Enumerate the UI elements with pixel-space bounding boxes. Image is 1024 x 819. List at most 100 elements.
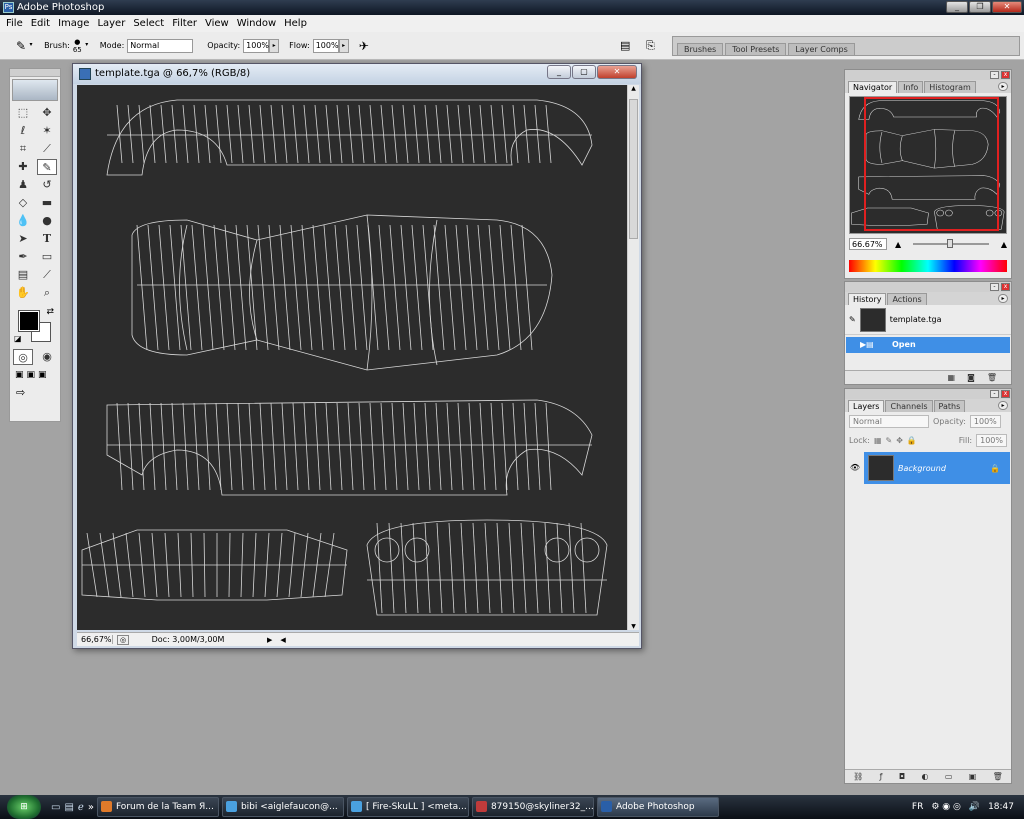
- switch-windows-icon[interactable]: ▤: [64, 802, 73, 813]
- navigator-close-icon[interactable]: x: [1001, 71, 1010, 79]
- brush-dropdown-icon[interactable]: ▾: [82, 39, 92, 53]
- clone-stamp-tool-icon[interactable]: ♟: [13, 177, 33, 193]
- task-firefox[interactable]: Forum de la Team Я...: [96, 797, 219, 817]
- default-colors-icon[interactable]: ◪: [14, 334, 22, 343]
- bridge-icon[interactable]: ⎘: [646, 39, 655, 53]
- internet-explorer-icon[interactable]: ℯ: [78, 802, 84, 813]
- zoom-out-icon[interactable]: ▲: [895, 240, 901, 249]
- navigator-zoom-slider[interactable]: [913, 239, 989, 248]
- vertical-scroll-thumb[interactable]: [629, 99, 638, 239]
- slice-tool-icon[interactable]: ⟋: [37, 141, 57, 157]
- gradient-tool-icon[interactable]: ▬: [37, 195, 57, 211]
- menu-view[interactable]: View: [201, 18, 233, 29]
- new-group-icon[interactable]: ▭: [945, 772, 953, 781]
- crop-tool-icon[interactable]: ⌗: [13, 141, 33, 157]
- move-tool-icon[interactable]: ✥: [37, 105, 57, 121]
- opacity-field[interactable]: 100%: [243, 38, 270, 53]
- volume-icon[interactable]: 🔊: [969, 802, 980, 812]
- clock[interactable]: 18:47: [988, 802, 1014, 812]
- preset-dropdown-icon[interactable]: ▾: [26, 39, 36, 53]
- flow-field[interactable]: 100%: [312, 38, 339, 53]
- doc-minimize-icon[interactable]: _: [547, 65, 571, 79]
- navigator-panel-bar[interactable]: - x: [845, 70, 1011, 80]
- layers-panel-bar[interactable]: - x: [845, 389, 1011, 399]
- marquee-tool-icon[interactable]: ⬚: [13, 105, 33, 121]
- menu-edit[interactable]: Edit: [27, 18, 54, 29]
- menu-filter[interactable]: Filter: [168, 18, 201, 29]
- task-messenger-3[interactable]: 879150@skyliner32_...: [471, 797, 594, 817]
- lock-transparent-icon[interactable]: ▦: [874, 436, 882, 445]
- brush-picker[interactable]: ● 65: [73, 38, 82, 54]
- menu-help[interactable]: Help: [280, 18, 311, 29]
- airbrush-icon[interactable]: ✈: [359, 39, 369, 53]
- history-close-icon[interactable]: x: [1001, 283, 1010, 291]
- new-layer-icon[interactable]: ▣: [969, 772, 977, 781]
- mode-select[interactable]: Normal: [127, 38, 194, 53]
- blur-tool-icon[interactable]: 💧: [13, 213, 33, 229]
- well-tab-brushes[interactable]: Brushes: [677, 43, 724, 55]
- dodge-tool-icon[interactable]: ●: [37, 213, 57, 229]
- menu-layer[interactable]: Layer: [93, 18, 129, 29]
- flow-slider-icon[interactable]: ▸: [338, 38, 349, 53]
- start-button[interactable]: ⊞: [7, 795, 41, 819]
- tab-paths[interactable]: Paths: [933, 400, 966, 412]
- tab-navigator[interactable]: Navigator: [848, 81, 898, 93]
- lock-image-icon[interactable]: ✎: [886, 436, 893, 445]
- lock-position-icon[interactable]: ✥: [896, 436, 903, 445]
- photoshop-feather-logo[interactable]: [12, 79, 58, 101]
- opacity-slider-icon[interactable]: ▸: [269, 38, 280, 53]
- vertical-scrollbar[interactable]: ▲ ▼: [627, 85, 639, 630]
- lock-all-icon[interactable]: 🔒: [907, 436, 917, 445]
- history-brush-source-icon[interactable]: ✎: [849, 315, 856, 324]
- menu-window[interactable]: Window: [233, 18, 280, 29]
- tab-actions[interactable]: Actions: [887, 293, 927, 305]
- well-tab-layer-comps[interactable]: Layer Comps: [788, 43, 855, 55]
- layer-mask-icon[interactable]: ◘: [899, 772, 905, 781]
- restore-icon[interactable]: ❐: [969, 1, 991, 13]
- well-tab-tool-presets[interactable]: Tool Presets: [725, 43, 787, 55]
- scroll-left-icon[interactable]: ◀: [280, 636, 285, 644]
- tab-history[interactable]: History: [848, 293, 887, 305]
- status-info-icon[interactable]: ◎: [117, 634, 129, 645]
- task-messenger-1[interactable]: bibi <aiglefaucon@...: [221, 797, 344, 817]
- layers-menu-icon[interactable]: ▸: [998, 401, 1008, 410]
- scroll-up-icon[interactable]: ▲: [628, 85, 639, 92]
- tray-icons[interactable]: ⚙ ◉ ◎: [931, 802, 961, 812]
- layer-fill-field[interactable]: 100%: [976, 434, 1007, 447]
- navigator-zoom-field[interactable]: 66.67%: [849, 238, 887, 250]
- zoom-in-icon[interactable]: ▲: [1001, 240, 1007, 249]
- quick-mask-mode-icon[interactable]: ◉: [37, 349, 57, 365]
- history-step-open[interactable]: ▶▤ Open: [846, 337, 1010, 353]
- healing-brush-tool-icon[interactable]: ✚: [13, 159, 33, 175]
- magic-wand-tool-icon[interactable]: ✶: [37, 123, 57, 139]
- delete-layer-icon[interactable]: 🗑: [993, 772, 1003, 781]
- close-icon[interactable]: ✕: [992, 1, 1022, 13]
- language-indicator[interactable]: FR: [912, 802, 923, 812]
- toolbox-grip[interactable]: [10, 69, 60, 77]
- menu-image[interactable]: Image: [54, 18, 93, 29]
- tab-channels[interactable]: Channels: [885, 400, 933, 412]
- navigator-minimize-icon[interactable]: -: [990, 71, 999, 79]
- jump-to-imageready-icon[interactable]: ⇨: [10, 383, 60, 402]
- layer-row-background[interactable]: 👁 Background 🔒: [846, 452, 1010, 484]
- menu-select[interactable]: Select: [129, 18, 168, 29]
- screen-mode-full-icon[interactable]: ▣: [38, 370, 47, 380]
- layer-style-icon[interactable]: ƒ: [880, 772, 883, 781]
- menu-file[interactable]: File: [2, 18, 27, 29]
- foreground-color-swatch[interactable]: [18, 310, 40, 332]
- swap-colors-icon[interactable]: ⇄: [46, 307, 54, 317]
- eyedropper-tool-icon[interactable]: ⟋: [37, 267, 57, 283]
- lasso-tool-icon[interactable]: ℓ: [13, 123, 33, 139]
- history-panel-bar[interactable]: - x: [845, 282, 1011, 292]
- zoom-tool-icon[interactable]: ⌕: [37, 285, 57, 301]
- brush-tool-icon[interactable]: ✎: [37, 159, 57, 175]
- new-snapshot-icon[interactable]: ◙: [967, 373, 975, 382]
- history-menu-icon[interactable]: ▸: [998, 294, 1008, 303]
- screen-mode-standard-icon[interactable]: ▣: [15, 370, 24, 380]
- hand-tool-icon[interactable]: ✋: [13, 285, 33, 301]
- scroll-down-icon[interactable]: ▼: [628, 623, 639, 630]
- show-desktop-icon[interactable]: ▭: [51, 802, 60, 813]
- navigator-menu-icon[interactable]: ▸: [998, 82, 1008, 91]
- status-zoom[interactable]: 66,67%: [77, 635, 113, 644]
- path-selection-tool-icon[interactable]: ➤: [13, 231, 33, 247]
